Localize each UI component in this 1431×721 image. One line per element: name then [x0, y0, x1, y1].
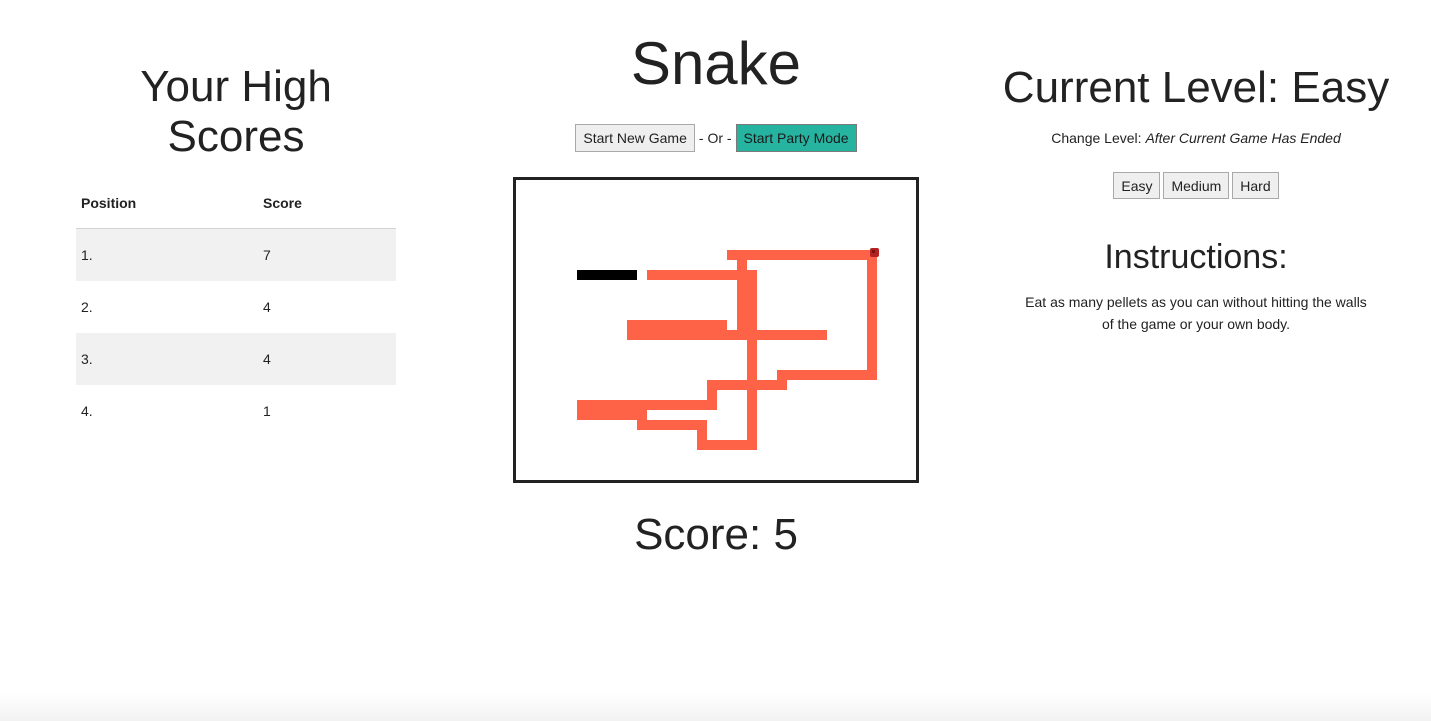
score-header: Score [258, 178, 396, 229]
position-cell: 1. [76, 228, 258, 281]
score-cell: 4 [263, 299, 271, 315]
score-cell: 4 [258, 333, 396, 385]
high-scores-title: Your High Scores [140, 62, 332, 161]
high-scores-table: Position Score 1. 7 2. 4 3. 4 4. 1 [76, 178, 396, 437]
game-controls: Start New Game - Or - Start Party Mode [476, 124, 956, 152]
pellet-icon [870, 248, 879, 257]
instructions-title: Instructions: [1104, 238, 1288, 276]
instructions-text: Eat as many pellets as you can without h… [1025, 294, 1367, 332]
position-cell: 3. [76, 333, 258, 385]
current-level-title: Current Level: Easy [1002, 63, 1390, 112]
game-title: Snake [630, 30, 802, 97]
or-separator: - Or - [698, 130, 732, 146]
change-level-text: Change Level: After Current Game Has End… [966, 130, 1426, 146]
easy-button[interactable]: Easy [1113, 172, 1161, 199]
table-row: 3. 4 [76, 333, 396, 385]
table-row: 1. 7 [76, 228, 396, 281]
table-header-row: Position Score [76, 178, 396, 229]
score-display: Score: 5 [634, 510, 798, 559]
game-canvas [577, 248, 879, 450]
medium-button[interactable]: Medium [1163, 172, 1230, 199]
hard-button[interactable]: Hard [1232, 172, 1279, 199]
position-cell: 2. [81, 299, 93, 315]
game-board[interactable] [513, 177, 919, 483]
position-cell: 4. [81, 403, 93, 419]
bottom-shadow [0, 693, 1431, 721]
table-row: 4. 1 [76, 385, 396, 437]
table-row: 2. 4 [76, 281, 396, 333]
start-party-mode-button[interactable]: Start Party Mode [735, 124, 857, 152]
start-new-game-button[interactable]: Start New Game [575, 124, 695, 152]
score-cell: 7 [258, 228, 396, 281]
level-buttons: Easy Medium Hard [966, 172, 1426, 199]
score-cell: 1 [263, 403, 271, 419]
change-level-label: Change Level: [1051, 130, 1142, 146]
change-level-note: After Current Game Has Ended [1145, 130, 1341, 146]
enemy-snake [577, 270, 637, 280]
position-header: Position [76, 178, 258, 229]
